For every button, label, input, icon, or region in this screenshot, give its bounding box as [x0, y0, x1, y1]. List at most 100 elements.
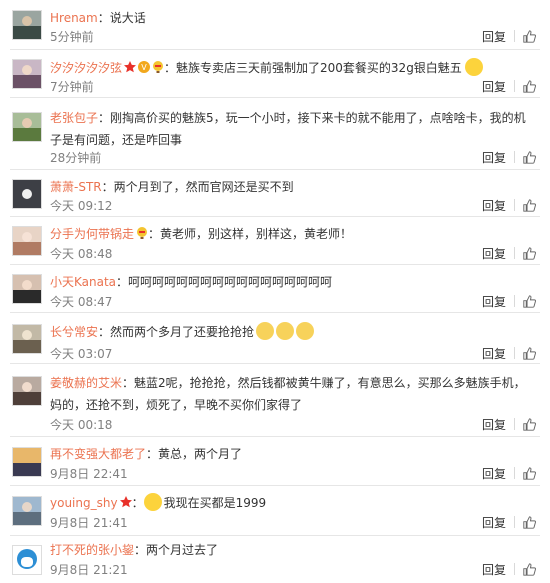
- comment-list: Hrenam：说大话 5分钟前 回复 汐汐汐汐汐弦 V ：魅族专卖店三天前强制加了2…: [0, 0, 550, 583]
- avatar[interactable]: [12, 10, 42, 40]
- thumbs-up-icon[interactable]: [523, 80, 536, 93]
- thumbs-up-icon[interactable]: [523, 199, 536, 212]
- thumbs-up-icon[interactable]: [523, 516, 536, 529]
- comment-item: 分手为何带锅走 ：黄老师，别这样，别样这，黄老师！ 今天 08:48 回复: [0, 217, 550, 265]
- comment-author[interactable]: 萧萧-STR: [50, 180, 102, 194]
- vip-badge-icon: V: [138, 61, 151, 73]
- divider: [514, 516, 515, 528]
- comment-time: 今天 08:48: [50, 247, 113, 261]
- comment-time: 9月8日 21:41: [50, 516, 128, 530]
- comment-text: ：说大话: [97, 11, 146, 25]
- comment-author[interactable]: 再不变强大都老了: [50, 447, 146, 461]
- avatar[interactable]: [12, 545, 42, 575]
- comment-item: 打不死的张小鋆：两个月过去了 9月8日 21:21 回复: [0, 536, 550, 583]
- comment-time: 7分钟前: [50, 80, 94, 94]
- avatar[interactable]: [12, 376, 42, 406]
- comment-author[interactable]: 长兮常安: [50, 325, 98, 339]
- reply-button[interactable]: 回复: [482, 247, 506, 261]
- comment-text: ：呵呵呵呵呵呵呵呵呵呵呵呵呵呵呵呵呵: [116, 275, 333, 289]
- comment-author[interactable]: 老张包子: [50, 111, 98, 125]
- comment-item: 再不变强大都老了：黄总，两个月了 9月8日 22:41 回复: [0, 437, 550, 486]
- divider: [514, 467, 515, 479]
- smile-emoji-icon: [464, 58, 483, 76]
- thumbs-up-icon[interactable]: [523, 30, 536, 43]
- reply-button[interactable]: 回复: [482, 295, 506, 309]
- comment-time: 9月8日 22:41: [50, 467, 128, 481]
- comment-item: Hrenam：说大话 5分钟前 回复: [0, 0, 550, 50]
- reply-button[interactable]: 回复: [482, 30, 506, 44]
- avatar[interactable]: [12, 179, 42, 209]
- svg-text:V: V: [141, 63, 147, 72]
- comment-item: 长兮常安：然而两个多月了还要抢抢抢 今天 03:07 回复: [0, 313, 550, 364]
- comment-text: 我现在买都是1999: [163, 496, 267, 510]
- comment-author[interactable]: 小天Kanata: [50, 275, 116, 289]
- thumbs-up-icon[interactable]: [523, 418, 536, 431]
- comment-text: ：刚掏高价买的魅族5，玩一个小时，接下来卡的就不能用了，点啥啥卡，我的机子是有问…: [50, 111, 526, 147]
- cat-emoji-icon: [276, 322, 295, 340]
- thumbs-up-icon[interactable]: [523, 347, 536, 360]
- divider: [514, 199, 515, 211]
- comment-time: 今天 09:12: [50, 199, 113, 213]
- reply-button[interactable]: 回复: [482, 151, 506, 165]
- divider: [514, 151, 515, 163]
- comment-item: 小天Kanata：呵呵呵呵呵呵呵呵呵呵呵呵呵呵呵呵呵 今天 08:47 回复: [0, 265, 550, 313]
- avatar[interactable]: [12, 447, 42, 477]
- reply-button[interactable]: 回复: [482, 199, 506, 213]
- thumbs-up-icon[interactable]: [523, 151, 536, 164]
- hot-air-balloon-icon: [137, 227, 148, 239]
- reply-button[interactable]: 回复: [482, 563, 506, 577]
- comment-text: ：然而两个多月了还要抢抢抢: [98, 325, 255, 339]
- comment-time: 9月8日 21:21: [50, 563, 128, 577]
- divider: [514, 563, 515, 575]
- reply-button[interactable]: 回复: [482, 516, 506, 530]
- comment-text: ：两个月过去了: [134, 543, 219, 557]
- avatar[interactable]: [12, 226, 42, 256]
- avatar[interactable]: [12, 274, 42, 304]
- comment-text: ：魅蓝2呢，抢抢抢，然后钱都被黄牛赚了，有意思么，买那么多魅族手机，妈的，还抢不…: [50, 376, 526, 412]
- comment-item: 萧萧-STR：两个月到了，然而官网还是买不到 今天 09:12 回复: [0, 170, 550, 217]
- cat-emoji-icon: [296, 322, 315, 340]
- divider: [514, 418, 515, 430]
- star-badge-icon: [124, 61, 137, 73]
- avatar[interactable]: [12, 59, 42, 89]
- comment-item: 老张包子：刚掏高价买的魅族5，玩一个小时，接下来卡的就不能用了，点啥啥卡，我的机…: [0, 98, 550, 170]
- comment-item: 汐汐汐汐汐弦 V ：魅族专卖店三天前强制加了200套餐买的32g银白魅五 7分钟前 …: [0, 50, 550, 98]
- reply-button[interactable]: 回复: [482, 347, 506, 361]
- star-badge-icon: [119, 496, 132, 508]
- comment-time: 今天 00:18: [50, 418, 113, 432]
- comment-item: youing_shy ： 我现在买都是1999 9月8日 21:41 回复: [0, 486, 550, 536]
- comment-item: 姜敬赫的艾米：魅蓝2呢，抢抢抢，然后钱都被黄牛赚了，有意思么，买那么多魅族手机，…: [0, 364, 550, 437]
- comment-text: ：黄老师，别这样，别样这，黄老师！: [148, 227, 353, 241]
- cat-emoji-icon: [256, 322, 275, 340]
- divider: [514, 347, 515, 359]
- comment-text: ：黄总，两个月了: [146, 447, 243, 461]
- thumbs-up-icon[interactable]: [523, 295, 536, 308]
- comment-author[interactable]: 打不死的张小鋆: [50, 543, 134, 557]
- comment-author[interactable]: Hrenam: [50, 11, 98, 25]
- divider: [514, 247, 515, 259]
- comment-author[interactable]: youing_shy: [50, 496, 118, 510]
- avatar[interactable]: [12, 324, 42, 354]
- comment-time: 5分钟前: [50, 30, 94, 44]
- thumbs-up-icon[interactable]: [523, 247, 536, 260]
- comment-author[interactable]: 汐汐汐汐汐弦: [50, 61, 122, 75]
- avatar[interactable]: [12, 496, 42, 526]
- comment-author[interactable]: 姜敬赫的艾米: [50, 376, 122, 390]
- thumbs-up-icon[interactable]: [523, 563, 536, 576]
- comment-time: 今天 08:47: [50, 295, 113, 309]
- divider: [514, 80, 515, 92]
- hot-air-balloon-icon: [153, 61, 164, 73]
- avatar[interactable]: [12, 112, 42, 142]
- reply-button[interactable]: 回复: [482, 467, 506, 481]
- comment-time: 今天 03:07: [50, 347, 113, 361]
- thumbs-up-icon[interactable]: [523, 467, 536, 480]
- divider: [514, 30, 515, 42]
- laughing-emoji-icon: [143, 493, 162, 511]
- comment-text: ：: [131, 496, 144, 510]
- comment-text: ：两个月到了，然而官网还是买不到: [101, 180, 294, 194]
- reply-button[interactable]: 回复: [482, 80, 506, 94]
- comment-text: ：魅族专卖店三天前强制加了200套餐买的32g银白魅五: [164, 61, 462, 75]
- comment-author[interactable]: 分手为何带锅走: [50, 227, 134, 241]
- reply-button[interactable]: 回复: [482, 418, 506, 432]
- comment-time: 28分钟前: [50, 151, 102, 165]
